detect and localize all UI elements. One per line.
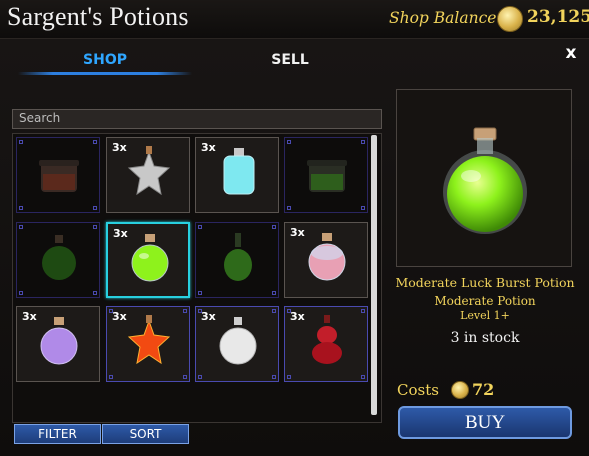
coin-icon <box>497 6 523 32</box>
potion-icon <box>131 234 169 282</box>
slot-corner <box>287 309 291 313</box>
item-slot[interactable] <box>16 137 100 213</box>
item-stock: 3 in stock <box>450 330 520 346</box>
item-quantity: 3x <box>290 310 305 323</box>
coin-icon <box>451 381 469 399</box>
item-quantity: 3x <box>201 310 216 323</box>
slot-corner <box>19 140 23 144</box>
slot-corner <box>272 375 276 379</box>
potion-icon <box>127 146 171 196</box>
item-slot[interactable]: 3x <box>195 306 279 382</box>
potion-icon <box>308 233 346 281</box>
potion-icon <box>127 315 171 365</box>
item-quantity: 3x <box>112 141 127 154</box>
slot-corner <box>272 225 276 229</box>
item-slot[interactable]: 3x <box>284 222 368 298</box>
sort-button[interactable]: SORT <box>102 424 189 444</box>
slot-corner <box>287 375 291 379</box>
potion-icon <box>307 160 347 192</box>
slot-corner <box>93 140 97 144</box>
item-slot[interactable]: 3x <box>106 306 190 382</box>
tab-shop-underline <box>18 72 192 75</box>
slot-corner <box>198 225 202 229</box>
shop-balance-label: Shop Balance <box>389 9 497 27</box>
item-slot[interactable]: 3x <box>284 306 368 382</box>
potion-icon <box>224 233 252 281</box>
slot-corner <box>198 291 202 295</box>
potion-icon <box>42 235 76 280</box>
slot-corner <box>361 375 365 379</box>
item-slot[interactable]: 3x <box>195 137 279 213</box>
slot-corner <box>198 309 202 313</box>
item-quantity: 3x <box>112 310 127 323</box>
slot-corner <box>272 309 276 313</box>
cost-label: Costs <box>397 381 439 399</box>
slot-corner <box>19 206 23 210</box>
green-potion-icon <box>443 127 527 234</box>
potion-icon <box>312 315 342 364</box>
slot-corner <box>109 375 113 379</box>
slot-corner <box>93 225 97 229</box>
slot-corner <box>93 291 97 295</box>
slot-corner <box>287 140 291 144</box>
slot-corner <box>361 309 365 313</box>
item-quantity: 3x <box>22 310 37 323</box>
item-preview <box>396 89 572 267</box>
potion-icon <box>223 148 255 195</box>
filter-button[interactable]: FILTER <box>14 424 101 444</box>
item-quantity: 3x <box>290 226 305 239</box>
item-slot[interactable]: 3x <box>106 222 190 298</box>
item-name: Moderate Luck Burst Potion <box>395 275 575 290</box>
slot-corner <box>109 309 113 313</box>
item-level: Level 1+ <box>460 309 510 322</box>
tab-shop[interactable]: SHOP <box>20 52 190 68</box>
slot-corner <box>93 206 97 210</box>
shop-balance-value: 23,125 <box>527 7 589 27</box>
slot-corner <box>19 291 23 295</box>
tab-sell[interactable]: SELL <box>205 52 375 68</box>
item-quantity: 3x <box>201 141 216 154</box>
slot-corner <box>183 375 187 379</box>
potion-icon <box>219 317 257 365</box>
potion-icon <box>40 317 78 365</box>
item-slot[interactable]: 3x <box>106 137 190 213</box>
close-icon[interactable]: x <box>561 43 581 63</box>
item-type: Moderate Potion <box>434 294 536 308</box>
item-quantity: 3x <box>113 227 128 240</box>
item-slot[interactable] <box>195 222 279 298</box>
shop-title: Sargent's Potions <box>7 2 189 31</box>
potion-icon <box>39 160 79 192</box>
slot-corner <box>183 309 187 313</box>
buy-button[interactable]: BUY <box>398 406 572 439</box>
slot-corner <box>198 375 202 379</box>
slot-corner <box>361 140 365 144</box>
search-input[interactable]: Search <box>12 109 382 129</box>
cost-value: 72 <box>472 380 495 399</box>
slot-corner <box>361 206 365 210</box>
title-bar: Sargent's Potions Shop Balance 23,125 <box>0 0 589 38</box>
item-slot[interactable] <box>16 222 100 298</box>
item-slot[interactable]: 3x <box>16 306 100 382</box>
slot-corner <box>272 291 276 295</box>
slot-corner <box>287 206 291 210</box>
slot-corner <box>19 225 23 229</box>
grid-scrollbar[interactable] <box>371 135 377 415</box>
item-slot[interactable] <box>284 137 368 213</box>
